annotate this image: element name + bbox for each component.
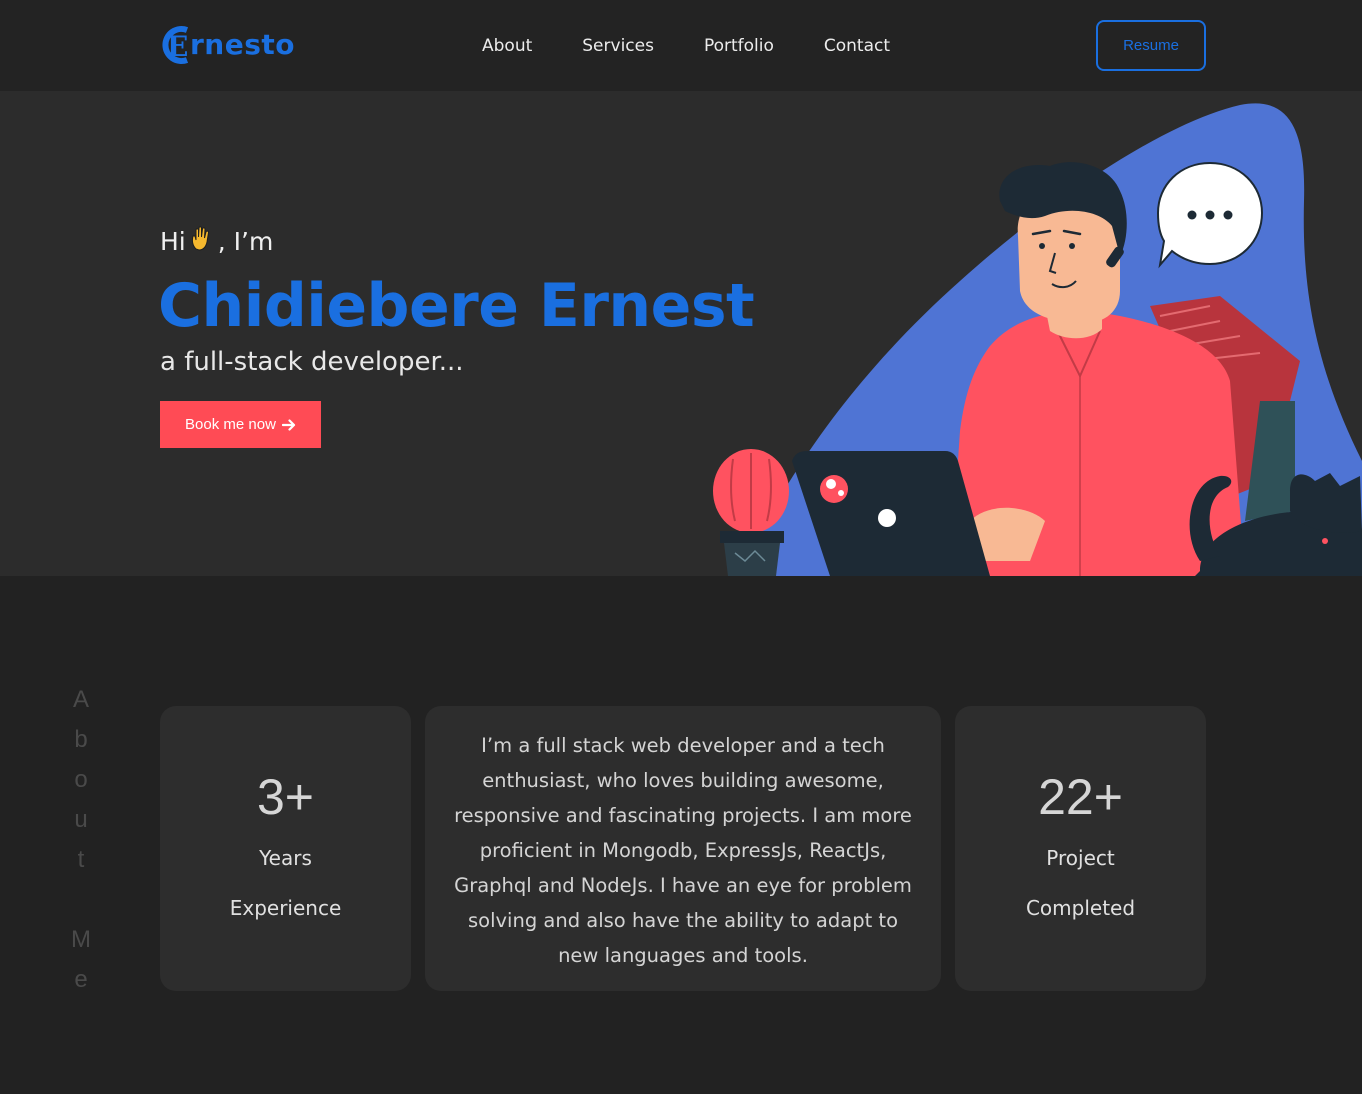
logo-mark-icon: E [160, 24, 194, 64]
projects-stat-card: 22+ Project Completed [955, 706, 1206, 991]
nav-services[interactable]: Services [582, 36, 654, 56]
cactus-icon [713, 449, 789, 576]
about-letter: u [74, 806, 88, 833]
hero-section: Hi , I’m Chidiebere Ernest a full-stack … [0, 91, 1362, 576]
waving-hand-icon [190, 225, 214, 257]
developer-illustration [713, 103, 1362, 576]
site-header: E rnesto About Services Portfolio Contac… [0, 0, 1362, 91]
experience-stat-card: 3+ Years Experience [160, 706, 411, 991]
about-letter: A [72, 686, 89, 713]
about-letter: b [74, 726, 88, 753]
hero-greeting: Hi , I’m [160, 225, 273, 257]
nav-portfolio[interactable]: Portfolio [704, 36, 774, 56]
experience-label-line2: Experience [229, 896, 342, 920]
resume-button[interactable]: Resume [1096, 20, 1206, 71]
main-nav: About Services Portfolio Contact [482, 36, 940, 56]
bio-text: I’m a full stack web developer and a tec… [454, 734, 912, 967]
speech-bubble-icon [1156, 161, 1264, 269]
book-me-label: Book me now [185, 416, 276, 433]
greeting-prefix: Hi [160, 226, 186, 256]
about-letter: o [74, 766, 88, 793]
nav-contact[interactable]: Contact [824, 36, 890, 56]
hero-role: a full-stack developer... [160, 347, 464, 377]
about-letter: e [74, 966, 88, 993]
projects-label-line1: Project [1046, 846, 1115, 870]
about-me-vertical-label: A b o u t M e [68, 680, 94, 1000]
projects-value: 22+ [1038, 769, 1123, 825]
logo-initial: E [167, 30, 188, 63]
logo-text: rnesto [190, 27, 296, 61]
nav-about[interactable]: About [482, 36, 532, 56]
logo[interactable]: E rnesto [160, 22, 295, 66]
experience-label-line1: Years [259, 846, 312, 870]
about-letter: M [71, 926, 91, 953]
book-me-button[interactable]: Book me now [160, 401, 321, 448]
bio-card: I’m a full stack web developer and a tec… [425, 706, 941, 991]
arrow-right-icon [281, 418, 296, 431]
about-letter: t [77, 846, 85, 873]
hero-name: Chidiebere Ernest [158, 271, 755, 341]
greeting-suffix: , I’m [217, 226, 274, 256]
projects-label-line2: Completed [1025, 896, 1136, 920]
experience-value: 3+ [256, 769, 314, 825]
